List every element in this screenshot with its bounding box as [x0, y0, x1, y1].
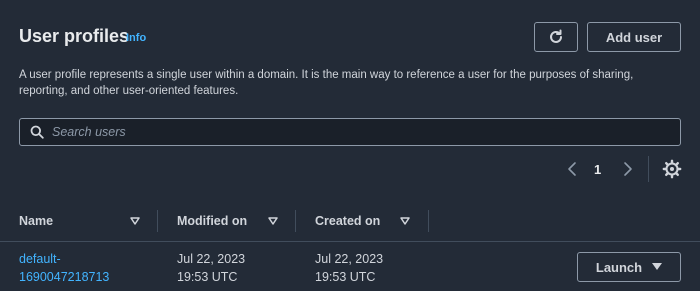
sort-down-icon[interactable] — [130, 217, 140, 225]
column-label: Modified on — [177, 214, 248, 228]
column-divider[interactable] — [428, 210, 429, 232]
modified-on-cell: Jul 22, 2023 19:53 UTC — [177, 252, 246, 284]
info-link[interactable]: Info — [126, 32, 146, 44]
gear-icon[interactable] — [662, 159, 682, 179]
launch-label: Launch — [595, 259, 643, 275]
table-header: Name Modified on Created on — [0, 204, 700, 238]
column-label: Created on — [315, 214, 381, 228]
refresh-icon — [550, 29, 562, 43]
refresh-button[interactable] — [534, 22, 578, 52]
page-description: A user profile represents a single user … — [19, 69, 634, 97]
caret-down-icon — [652, 263, 663, 270]
current-page-number[interactable]: 1 — [594, 162, 601, 177]
column-divider[interactable] — [295, 210, 296, 232]
user-profile-name-link[interactable]: default- 1690047218713 — [19, 250, 109, 286]
launch-button[interactable]: Launch — [577, 252, 681, 282]
column-header-name[interactable]: Name — [19, 204, 53, 238]
column-header-modified[interactable]: Modified on — [177, 204, 247, 238]
sort-down-icon[interactable] — [400, 217, 410, 225]
user-profiles-panel: User profiles Info Add user A user profi… — [0, 0, 700, 291]
add-user-button[interactable]: Add user — [587, 22, 681, 52]
table-row-divider — [0, 241, 700, 242]
search-input[interactable] — [52, 125, 652, 139]
search-icon — [30, 125, 44, 139]
created-on-cell: Jul 22, 2023 19:53 UTC — [315, 252, 384, 284]
pagination-divider — [648, 156, 649, 182]
next-page-icon[interactable] — [621, 160, 635, 178]
column-header-created[interactable]: Created on — [315, 204, 380, 238]
sort-down-icon[interactable] — [268, 217, 278, 225]
page-title: User profiles — [19, 26, 130, 46]
previous-page-icon[interactable] — [565, 160, 579, 178]
search-field[interactable] — [19, 118, 681, 146]
column-label: Name — [19, 214, 54, 228]
column-divider[interactable] — [157, 210, 158, 232]
